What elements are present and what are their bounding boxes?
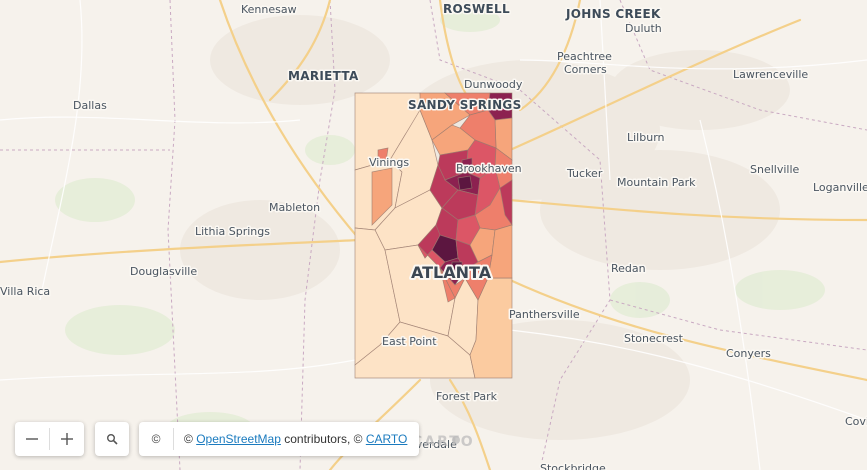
label-panthersville: Panthersville: [509, 308, 580, 321]
attribution-text: © OpenStreetMap contributors, © CARTO: [174, 432, 407, 446]
label-forest-park: Forest Park: [436, 390, 498, 403]
label-atlanta: ATLANTA: [411, 263, 492, 282]
region-buckhead-core[interactable]: [457, 175, 473, 191]
minus-icon: [26, 438, 38, 440]
label-marietta: MARIETTA: [288, 69, 359, 83]
label-east-point: East Point: [382, 335, 437, 348]
label-villa-rica: Villa Rica: [0, 285, 50, 298]
label-lilburn: Lilburn: [627, 131, 665, 144]
label-kennesaw: Kennesaw: [241, 3, 297, 16]
osm-link[interactable]: OpenStreetMap: [196, 432, 281, 446]
label-peachtree-corners-1: Peachtree: [557, 50, 612, 63]
label-redan: Redan: [611, 262, 646, 275]
label-dallas: Dallas: [73, 99, 107, 112]
label-snellville: Snellville: [750, 163, 800, 176]
label-roswell: ROSWELL: [443, 2, 510, 16]
label-loganville: Loganville: [813, 181, 867, 194]
carto-link[interactable]: CARTO: [366, 432, 408, 446]
label-johns-creek: JOHNS CREEK: [565, 7, 661, 21]
label-peachtree-corners-2: Corners: [564, 63, 607, 76]
attribution-control: © © OpenStreetMap contributors, © CARTO: [139, 422, 420, 456]
carto-watermark: CARTO: [412, 434, 475, 450]
attribution-toggle-button[interactable]: ©: [139, 422, 173, 456]
label-sandy-springs: SANDY SPRINGS: [408, 98, 522, 112]
search-icon: [107, 434, 118, 445]
map-canvas[interactable]: Kennesaw ROSWELL JOHNS CREEK Duluth Dall…: [0, 0, 867, 470]
label-covington: Covi: [845, 415, 867, 428]
attribution-prefix: ©: [184, 432, 193, 446]
search-button[interactable]: [95, 422, 129, 456]
label-conyers: Conyers: [726, 347, 771, 360]
label-douglasville: Douglasville: [130, 265, 197, 278]
zoom-in-button[interactable]: [50, 422, 84, 456]
label-mountain-park: Mountain Park: [617, 176, 696, 189]
label-brookhaven: Brookhaven: [456, 162, 522, 175]
zoom-out-button[interactable]: [15, 422, 49, 456]
attribution-middle: contributors, ©: [284, 432, 363, 446]
label-lawrenceville: Lawrenceville: [733, 68, 808, 81]
plus-icon: [61, 433, 73, 445]
label-duluth: Duluth: [625, 22, 662, 35]
label-stockbridge: Stockbridge: [540, 462, 606, 470]
label-stonecrest: Stonecrest: [624, 332, 684, 345]
search-control: [95, 422, 129, 456]
label-dunwoody: Dunwoody: [464, 78, 523, 91]
label-mableton: Mableton: [269, 201, 320, 214]
zoom-controls: [15, 422, 84, 456]
label-tucker: Tucker: [566, 167, 603, 180]
label-vinings: Vinings: [369, 156, 409, 169]
label-lithia-springs: Lithia Springs: [195, 225, 270, 238]
carto-watermark-dot: [452, 436, 460, 444]
